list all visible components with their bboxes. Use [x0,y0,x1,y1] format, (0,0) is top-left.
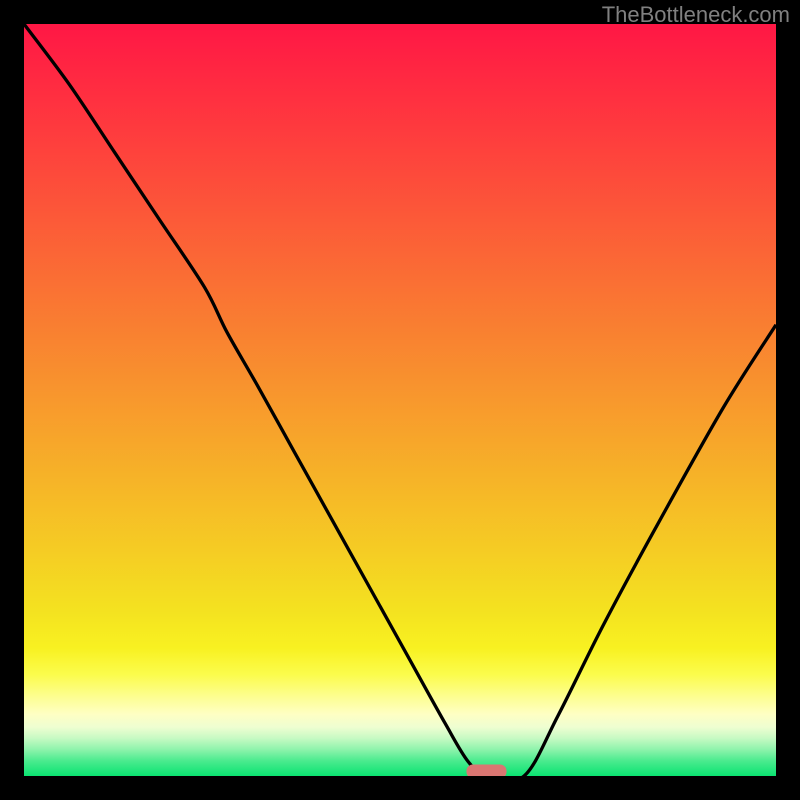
chart-svg [24,24,776,776]
optimum-marker [467,765,506,776]
gradient-background [24,24,776,776]
plot-area [24,24,776,776]
watermark-label: TheBottleneck.com [602,2,790,28]
chart-frame: TheBottleneck.com [0,0,800,800]
